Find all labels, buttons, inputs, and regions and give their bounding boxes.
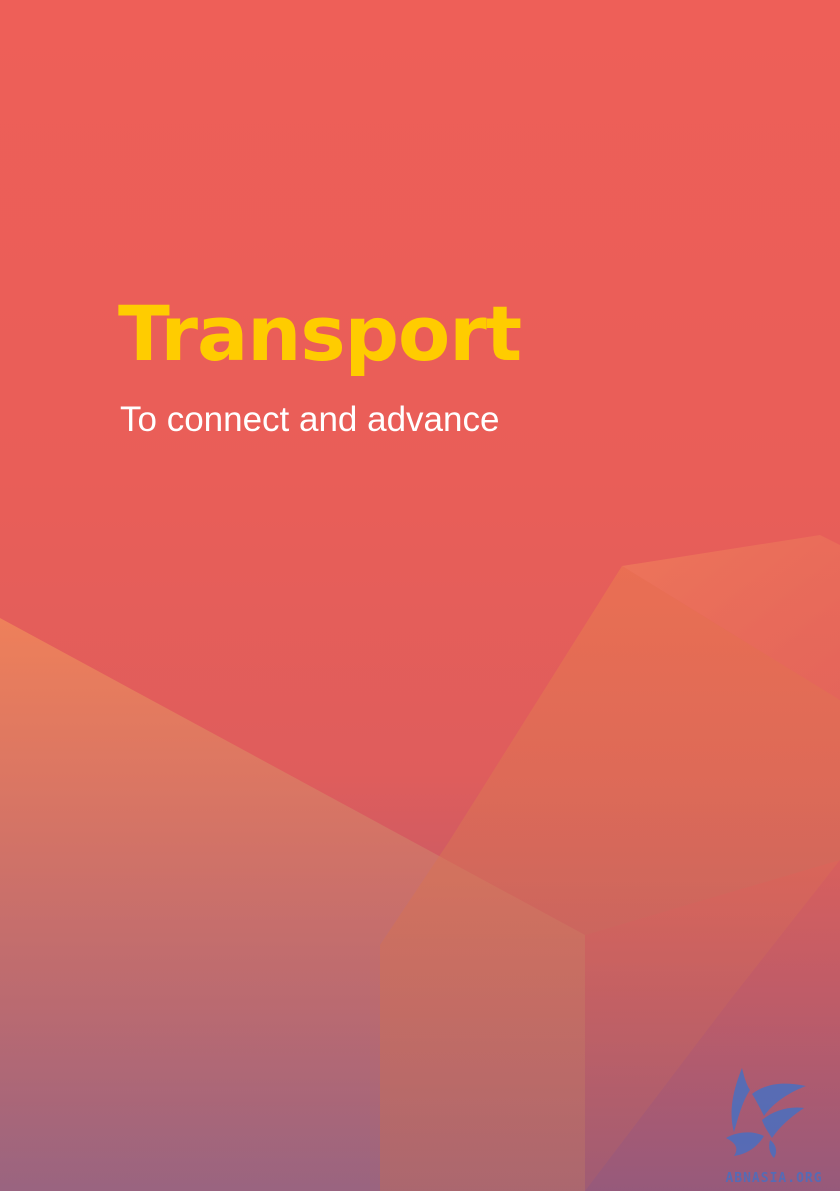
decorative-shapes [0,535,840,1191]
logo-text: ABNASIA.ORG [725,1171,823,1186]
bird-logo-icon [726,1068,806,1158]
page-title: Transport [118,289,522,378]
cover-page: Transport To connect and advance ABNASIA… [0,0,840,1191]
abnasia-logo: ABNASIA.ORG [712,1060,836,1186]
page-subtitle: To connect and advance [120,400,500,439]
